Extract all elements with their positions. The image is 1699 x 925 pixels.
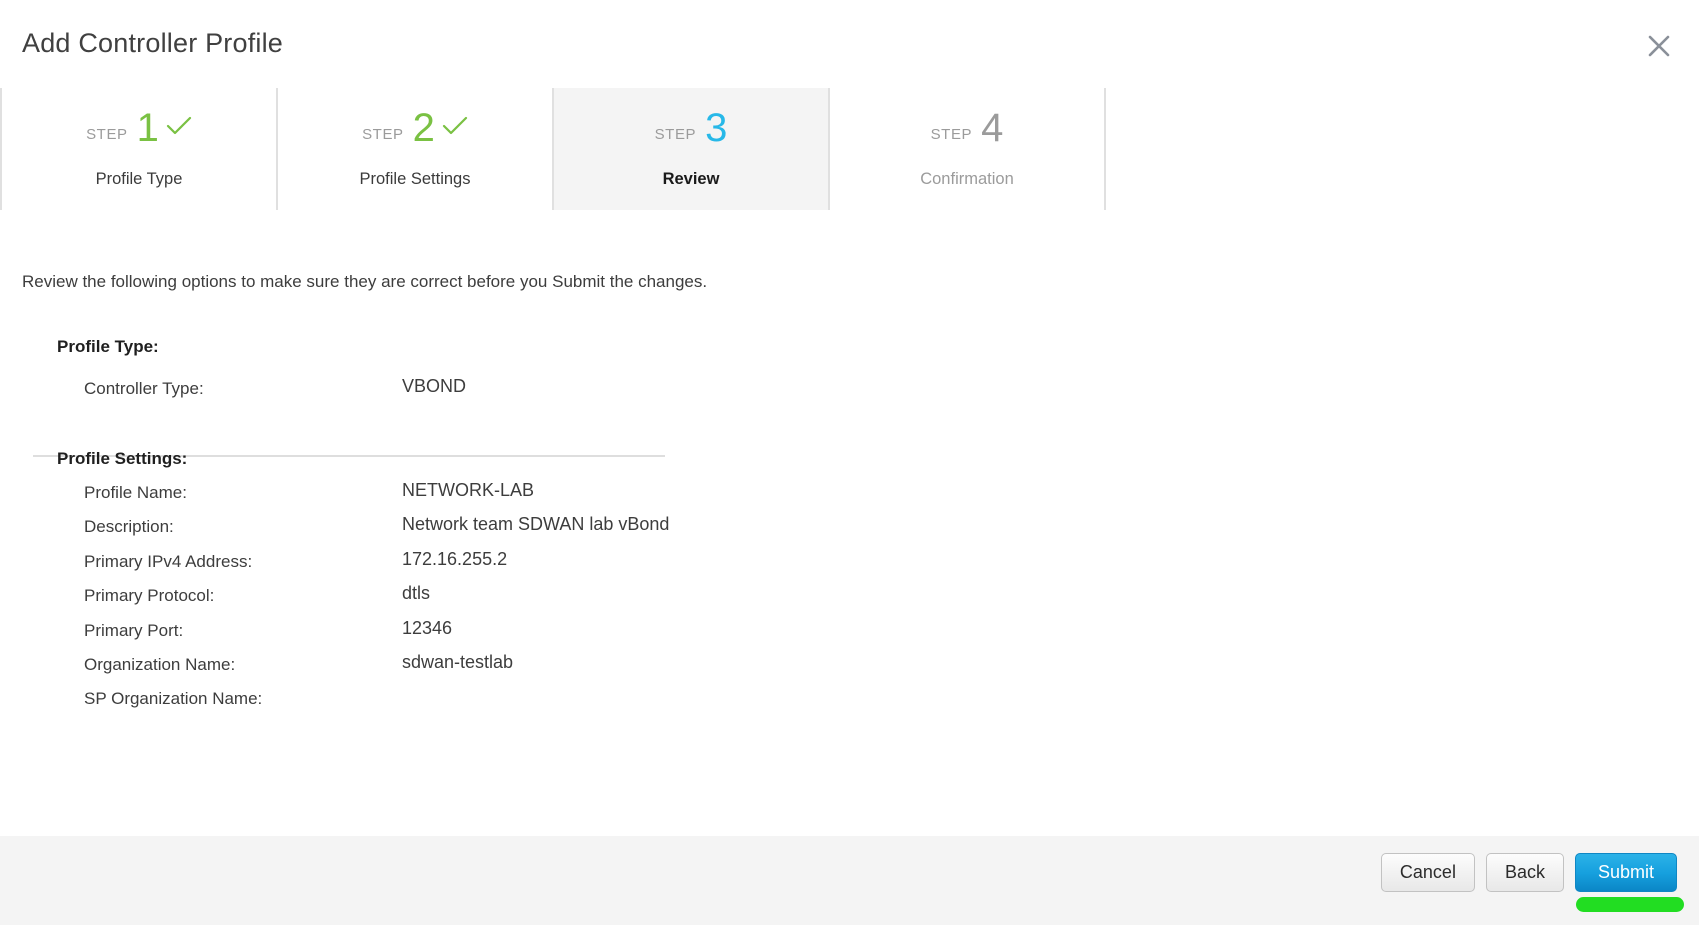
stepper-step-2-label: Profile Settings (359, 170, 471, 188)
field-value-controller-type: VBOND (402, 376, 467, 396)
review-instructions: Review the following options to make sur… (22, 272, 708, 291)
check-icon (442, 115, 468, 141)
field-value-primary-ipv4-address: 172.16.255.2 (402, 548, 508, 569)
back-button[interactable]: Back (1485, 853, 1564, 892)
review-row: Primary IPv4 Address: 172.16.255.2 (0, 548, 1699, 586)
review-content: Review the following options to make sur… (0, 210, 1699, 836)
stepper-step-2[interactable]: STEP 2 Profile Settings (276, 88, 552, 210)
cursor-highlight-indicator (1575, 897, 1684, 912)
review-row: Primary Protocol: dtls (0, 583, 1699, 620)
stepper-step-2-word: STEP (362, 126, 404, 143)
close-icon[interactable] (1637, 24, 1681, 68)
field-label-description: Description: (84, 517, 174, 537)
field-value-profile-name: NETWORK-LAB (402, 480, 535, 500)
modal-footer: Cancel Back Submit (0, 836, 1699, 925)
stepper-step-2-top: STEP 2 (362, 108, 468, 154)
stepper-step-1-number: 1 (136, 106, 159, 150)
stepper-step-1-top: STEP 1 (86, 108, 192, 154)
page-title: Add Controller Profile (22, 28, 284, 58)
stepper-step-3-number: 3 (705, 106, 728, 150)
field-value-primary-port: 12346 (402, 617, 453, 638)
profile-type-field-list: Controller Type: VBOND (0, 376, 1699, 413)
field-value-description: Network team SDWAN lab vBond (402, 514, 670, 535)
stepper-step-4[interactable]: STEP 4 Confirmation (828, 88, 1104, 210)
wizard-stepper: STEP 1 Profile Type STEP 2 Profile Setti… (0, 88, 1699, 210)
section-heading-profile-settings: Profile Settings: (57, 449, 188, 468)
field-label-sp-organization-name: SP Organization Name: (84, 689, 263, 709)
field-value-organization-name: sdwan-testlab (402, 651, 514, 672)
submit-button-wrapper: Submit (1574, 853, 1684, 912)
review-row: Organization Name: sdwan-testlab (0, 651, 1699, 689)
profile-settings-field-list: Profile Name: NETWORK-LAB Description: N… (0, 480, 1699, 724)
stepper-step-3-top: STEP 3 (655, 108, 728, 154)
stepper-step-3-label: Review (662, 170, 720, 188)
stepper-step-3-word: STEP (654, 126, 697, 143)
stepper-step-3[interactable]: STEP 3 Review (552, 88, 828, 210)
review-row: Controller Type: VBOND (0, 376, 1699, 413)
stepper-step-4-label: Confirmation (920, 170, 1014, 188)
stepper-step-4-word: STEP (930, 126, 973, 143)
field-value-primary-protocol: dtls (402, 583, 431, 604)
stepper-end-divider (1104, 88, 1106, 210)
field-label-primary-protocol: Primary Protocol: (84, 586, 215, 606)
field-label-organization-name: Organization Name: (84, 654, 236, 674)
review-row: Primary Port: 12346 (0, 617, 1699, 655)
cancel-button[interactable]: Cancel (1380, 853, 1475, 892)
modal-header: Add Controller Profile (0, 0, 1699, 88)
check-icon (166, 115, 192, 141)
stepper-step-1[interactable]: STEP 1 Profile Type (0, 88, 276, 210)
review-row: SP Organization Name: (0, 689, 1699, 723)
field-label-primary-port: Primary Port: (84, 620, 184, 640)
stepper-step-1-label: Profile Type (95, 170, 183, 188)
review-row: Description: Network team SDWAN lab vBon… (0, 514, 1699, 551)
submit-button[interactable]: Submit (1574, 853, 1677, 892)
footer-button-group: Cancel Back Submit (1380, 853, 1684, 912)
stepper-step-2-number: 2 (412, 106, 435, 150)
field-label-controller-type: Controller Type: (84, 379, 204, 398)
section-heading-profile-type: Profile Type: (57, 337, 159, 356)
stepper-step-4-top: STEP 4 (931, 108, 1004, 154)
stepper-step-4-number: 4 (981, 106, 1004, 150)
review-row: Profile Name: NETWORK-LAB (0, 480, 1699, 517)
field-label-primary-ipv4-address: Primary IPv4 Address: (84, 551, 253, 571)
field-label-profile-name: Profile Name: (84, 483, 187, 502)
stepper-step-1-word: STEP (86, 126, 128, 143)
